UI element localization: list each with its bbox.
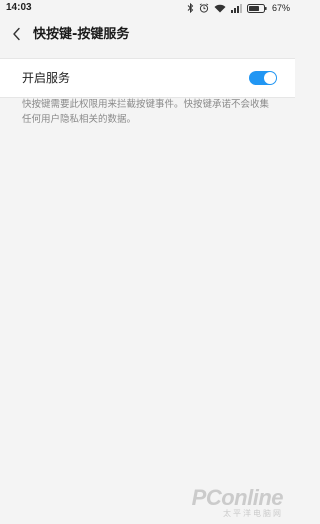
status-bar: 14:03 67% [0, 0, 295, 16]
service-description: 快按键需要此权限用来拦截按键事件。快按键承诺不会收集任何用户隐私相关的数据。 [22, 99, 270, 125]
enable-service-toggle[interactable] [249, 71, 277, 85]
status-icons: 67% [187, 2, 290, 14]
status-time: 14:03 [6, 2, 32, 13]
pconline-watermark: PConline 太平洋电脑网 [191, 485, 284, 519]
back-button[interactable] [6, 24, 28, 46]
settings-content: 开启服务 快按键需要此权限用来拦截按键事件。快按键承诺不会收集任何用户隐私相关的… [0, 54, 295, 524]
bluetooth-icon [187, 3, 194, 13]
battery-icon [246, 3, 267, 13]
battery-percent: 67% [271, 3, 290, 13]
watermark-logo: PConline [191, 485, 284, 510]
watermark-subtitle: 太平洋电脑网 [223, 509, 283, 518]
chevron-left-icon [12, 26, 22, 45]
enable-service-label: 开启服务 [22, 71, 71, 85]
toggle-knob [264, 72, 276, 84]
page-title: 快按键-按键服务 [33, 27, 130, 42]
wifi-icon [214, 4, 226, 13]
signal-icon [230, 3, 242, 13]
enable-service-row[interactable]: 开启服务 [0, 58, 295, 98]
title-bar: 快按键-按键服务 [0, 16, 295, 54]
alarm-icon [199, 3, 209, 13]
